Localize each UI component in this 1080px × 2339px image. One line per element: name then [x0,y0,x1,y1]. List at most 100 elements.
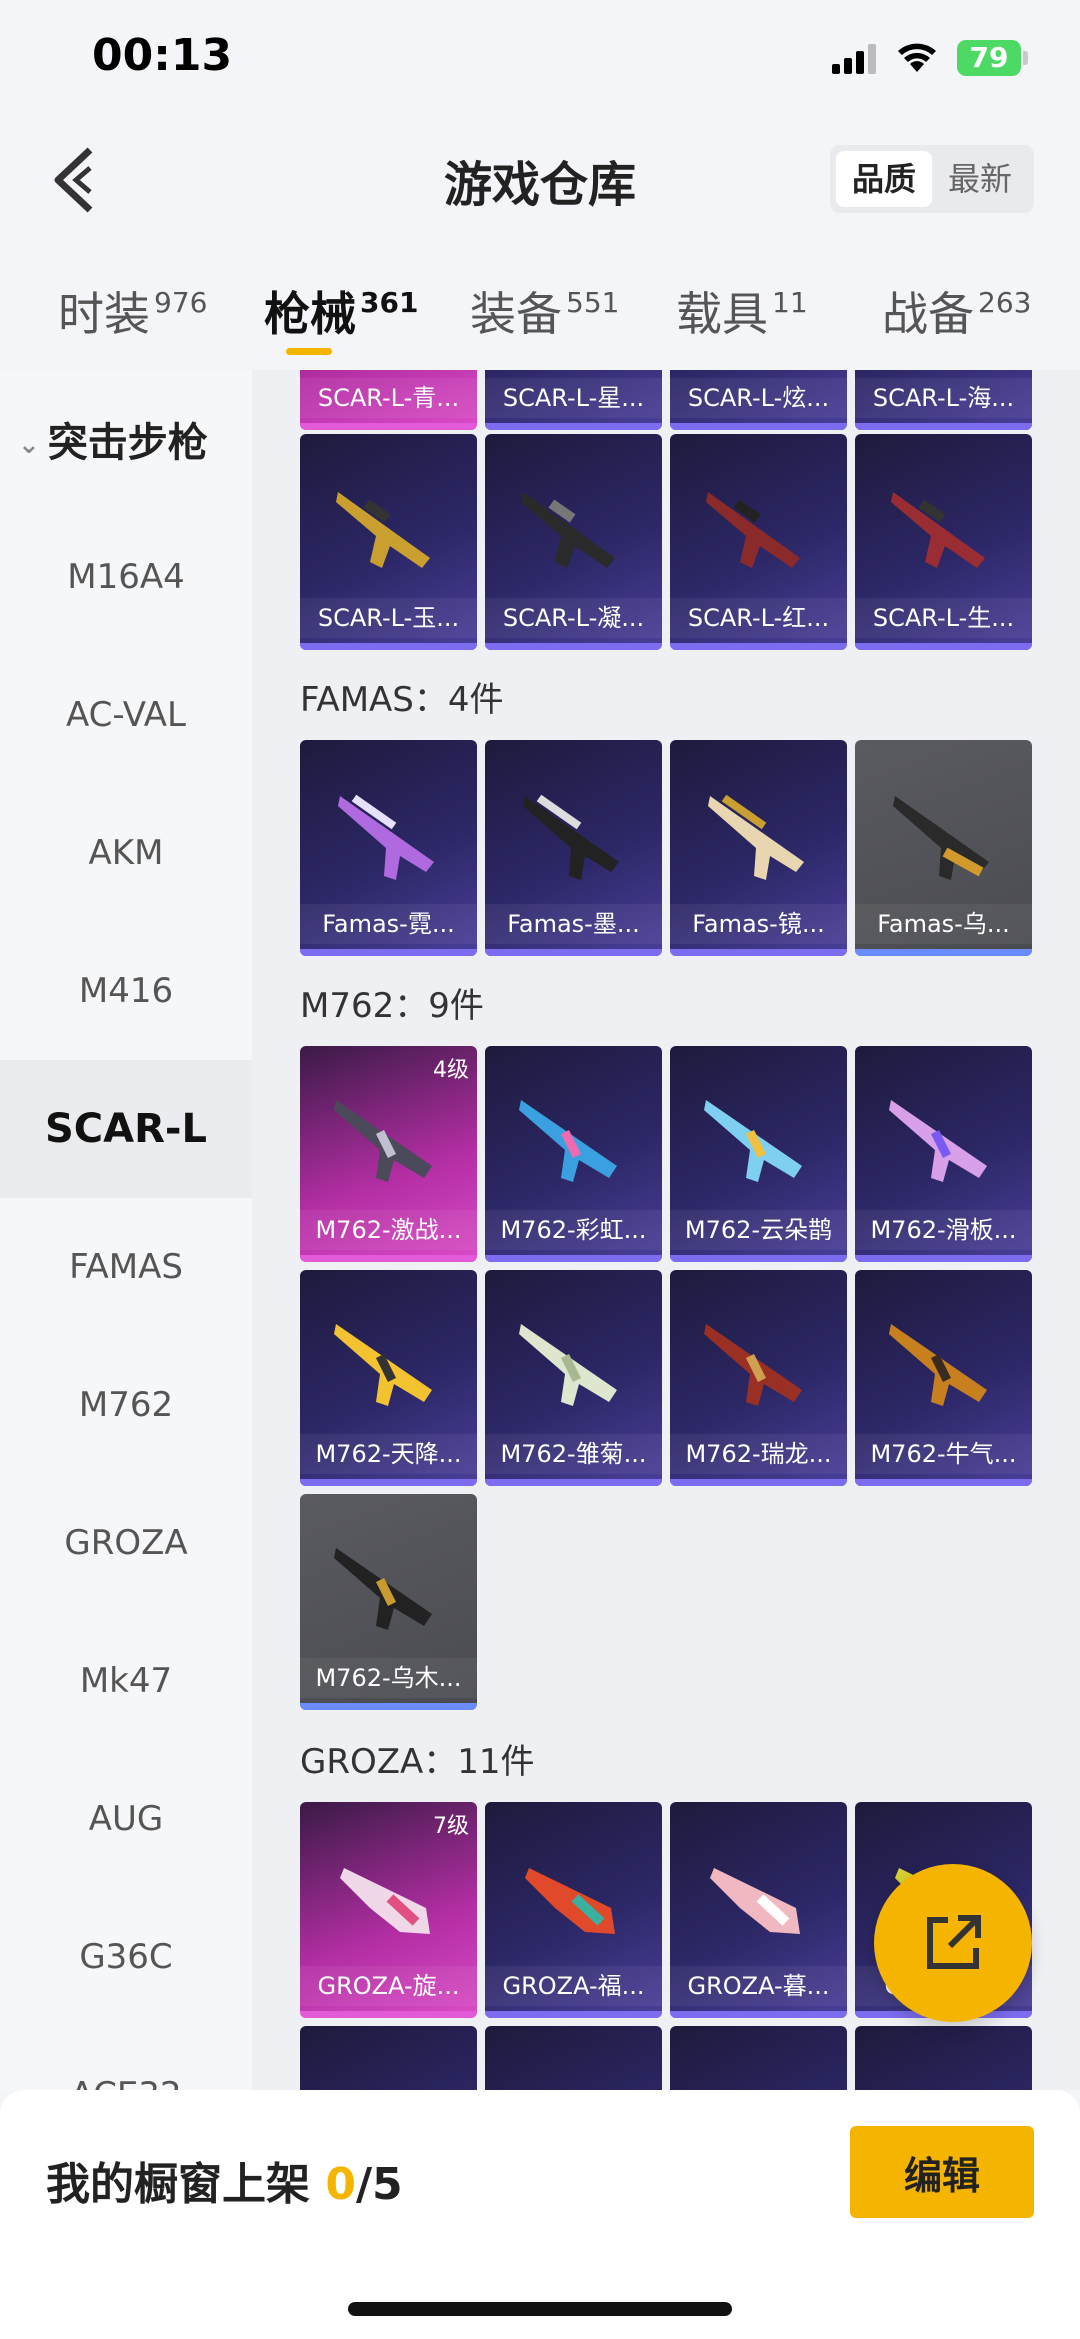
card-label: M762-雏菊... [485,1434,662,1474]
sidebar-item-famas[interactable]: FAMAS [0,1198,252,1336]
rifle-skin-icon [519,1100,617,1182]
rifle-skin-icon [334,1324,432,1406]
weapon-grid: SCAR-L-青... SCAR-L-星... SCAR-L-炫... SCAR… [252,370,1080,2090]
section-title-m762: M762：9件 [300,986,484,1026]
rifle-skin-icon [891,492,985,568]
sidebar-item-g36c[interactable]: G36C [0,1888,252,2026]
tab-label: 装备 [470,287,562,341]
rifle-skin-icon [889,1100,987,1182]
tab-firearms[interactable]: 枪械 361 [264,278,418,348]
weapon-card[interactable]: SCAR-L-红... [670,434,847,650]
weapon-sidebar: ⌄ 突击步枪 M16A4 AC-VAL AKM M416 SCAR-L FAMAS… [0,370,252,2115]
weapon-card[interactable]: SCAR-L-青... [300,370,477,430]
weapon-card[interactable]: M762-彩虹... [485,1046,662,1262]
active-tab-indicator [286,348,332,355]
weapon-card[interactable]: 4级 M762-激战... [300,1046,477,1262]
rifle-skin-icon [525,1868,615,1934]
rifle-skin-icon [336,492,430,568]
tab-supplies[interactable]: 战备 263 [882,278,1031,348]
rifle-skin-icon [889,1324,987,1406]
edit-button[interactable]: 编辑 [850,2126,1034,2218]
bottom-bar: 我的橱窗上架 0/5 编辑 [0,2090,1080,2339]
sort-quality-button[interactable]: 品质 [836,151,932,207]
card-label: Famas-霓... [300,904,477,944]
weapon-card[interactable] [855,2026,1032,2090]
weapon-card[interactable]: SCAR-L-玉... [300,434,477,650]
rifle-skin-icon [710,1868,800,1934]
card-label: Famas-墨... [485,904,662,944]
weapon-card[interactable]: SCAR-L-星... [485,370,662,430]
rifle-skin-icon [706,492,800,568]
weapon-card[interactable]: M762-天降... [300,1270,477,1486]
rifle-skin-icon [893,796,989,880]
external-link-icon [927,1915,981,1969]
card-label: M762-滑板... [855,1210,1032,1250]
sidebar-item-ac-val[interactable]: AC-VAL [0,646,252,784]
sort-toggle: 品质 最新 [830,145,1034,213]
section-title-famas: FAMAS：4件 [300,680,504,720]
sidebar-item-m16a4[interactable]: M16A4 [0,508,252,646]
shelf-total: /5 [355,2159,403,2210]
sidebar-item-m762[interactable]: M762 [0,1336,252,1474]
weapon-card[interactable]: SCAR-L-生... [855,434,1032,650]
category-tabs: 时装 976 枪械 361 装备 551 载具 11 战备 263 [0,260,1080,370]
weapon-card[interactable]: GROZA-暮... [670,1802,847,2018]
weapon-card[interactable]: GROZA-福... [485,1802,662,2018]
card-label: GROZA-福... [485,1966,662,2006]
weapon-card[interactable]: Famas-镜... [670,740,847,956]
sidebar-item-scar-l[interactable]: SCAR-L [0,1060,252,1198]
share-button[interactable] [874,1864,1032,2022]
section-title-groza: GROZA：11件 [300,1742,535,1782]
sidebar-heading-label: 突击步枪 [47,420,208,466]
weapon-card[interactable]: M762-云朵鹊 [670,1046,847,1262]
weapon-card[interactable] [485,2026,662,2090]
sidebar-item-m416[interactable]: M416 [0,922,252,1060]
card-label: GROZA-旋... [300,1966,477,2006]
sidebar-item-akm[interactable]: AKM [0,784,252,922]
tab-label: 时装 [58,287,150,341]
battery-tip [1023,51,1028,65]
rifle-skin-icon [334,1100,432,1182]
tab-count: 263 [978,286,1032,319]
weapon-card[interactable] [300,2026,477,2090]
tab-equipment[interactable]: 装备 551 [470,278,619,348]
showcase-shelf-status: 我的橱窗上架 0/5 [46,2148,403,2212]
tab-outfits[interactable]: 时装 976 [58,278,207,348]
card-label: M762-牛气... [855,1434,1032,1474]
tab-label: 战备 [882,287,974,341]
sidebar-category-heading[interactable]: ⌄ 突击步枪 [18,410,208,468]
card-label: SCAR-L-海... [855,378,1032,418]
tab-count: 11 [772,286,808,319]
weapon-card[interactable] [670,2026,847,2090]
sidebar-item-groza[interactable]: GROZA [0,1474,252,1612]
weapon-card[interactable]: M762-滑板... [855,1046,1032,1262]
battery-icon: 79 [957,40,1021,76]
sidebar-item-mk47[interactable]: Mk47 [0,1612,252,1750]
weapon-card[interactable]: M762-牛气... [855,1270,1032,1486]
weapon-card[interactable]: M762-雏菊... [485,1270,662,1486]
rifle-skin-icon [519,1324,617,1406]
tab-vehicles[interactable]: 载具 11 [676,278,808,348]
weapon-card[interactable]: SCAR-L-凝... [485,434,662,650]
card-label: M762-彩虹... [485,1210,662,1250]
weapon-card[interactable]: SCAR-L-海... [855,370,1032,430]
weapon-card[interactable]: Famas-乌... [855,740,1032,956]
weapon-card[interactable]: 7级 GROZA-旋... [300,1802,477,2018]
level-badge: 7级 [433,1814,469,1839]
weapon-card[interactable]: M762-乌木... [300,1494,477,1710]
shelf-label: 我的橱窗上架 [46,2159,326,2210]
weapon-card[interactable]: Famas-霓... [300,740,477,956]
weapon-card[interactable]: Famas-墨... [485,740,662,956]
card-label: GROZA-暮... [670,1966,847,2006]
sidebar-item-aug[interactable]: AUG [0,1750,252,1888]
card-label: SCAR-L-生... [855,598,1032,638]
weapon-card[interactable]: M762-瑞龙... [670,1270,847,1486]
chevron-down-icon: ⌄ [18,430,40,460]
rifle-skin-icon [334,1548,432,1630]
weapon-card[interactable]: SCAR-L-炫... [670,370,847,430]
wifi-icon [898,43,936,72]
sort-newest-button[interactable]: 最新 [932,151,1028,207]
signal-icon [832,44,876,74]
card-label: SCAR-L-凝... [485,598,662,638]
rifle-skin-icon [523,794,619,880]
